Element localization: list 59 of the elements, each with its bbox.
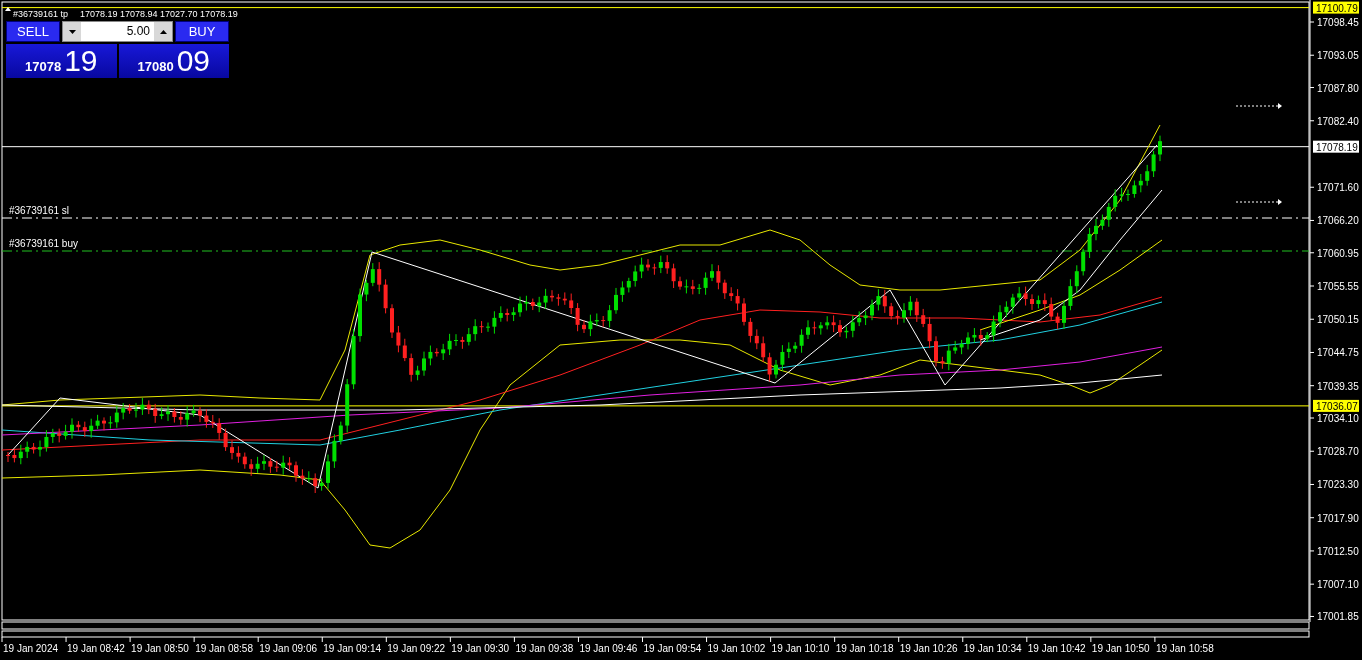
time-axis-label: 19 Jan 09:54: [643, 643, 702, 654]
price-marker: 17078.19: [1313, 140, 1359, 153]
time-axis-label: 19 Jan 08:50: [131, 643, 189, 654]
price-axis-label: 17082.40: [1317, 115, 1359, 127]
price-axis-label: 17060.95: [1317, 247, 1359, 259]
buy-button[interactable]: BUY: [175, 21, 229, 42]
time-axis-label: 19 Jan 10:02: [707, 643, 766, 654]
price-axis-label: 17028.70: [1317, 446, 1359, 458]
price-marker: 17100.79: [1313, 1, 1359, 14]
dotted-arrow-icon: [1235, 103, 1282, 109]
time-axis-label: 19 Jan 09:38: [515, 643, 574, 654]
time-axis-label: 19 Jan 10:58: [1155, 643, 1214, 654]
time-axis-label: 19 Jan 2024: [3, 643, 59, 654]
buy-price: 17080: [137, 59, 174, 74]
sell-button[interactable]: SELL: [6, 21, 60, 42]
sell-points: 19: [64, 45, 98, 77]
sell-price-box[interactable]: 17078 19: [6, 44, 117, 78]
buy-price-box[interactable]: 17080 09: [118, 44, 229, 78]
order-label: #36739161 tp: [13, 9, 69, 19]
time-axis-label: 19 Jan 08:58: [195, 643, 253, 654]
time-axis-label: 19 Jan 10:26: [899, 643, 958, 654]
price-axis-label: 17098.45: [1317, 17, 1359, 28]
time-axis-label: 19 Jan 09:06: [259, 643, 318, 654]
time-axis-label: 19 Jan 09:30: [451, 643, 510, 654]
time-axis-label: 19 Jan 10:42: [1027, 643, 1086, 654]
order-label: #36739161 sl: [9, 205, 70, 216]
buy-points: 09: [176, 45, 210, 77]
price-axis-label: 17055.55: [1317, 281, 1359, 292]
price-axis-label: 17012.50: [1317, 545, 1359, 557]
price-axis-label: 17007.10: [1317, 579, 1359, 591]
time-axis-label: 19 Jan 10:10: [771, 643, 830, 654]
price-axis-label: 17050.15: [1317, 314, 1359, 326]
price-axis-label: 17066.20: [1317, 215, 1359, 227]
price-axis-label: 17087.80: [1317, 82, 1359, 94]
scrollbar[interactable]: [1, 630, 1310, 638]
time-axis-label: 19 Jan 09:14: [323, 643, 382, 654]
volume-value: 5.00: [125, 23, 151, 40]
time-axis-label: 19 Jan 09:46: [579, 643, 638, 654]
price-marker: 17036.07: [1313, 399, 1359, 412]
volume-field[interactable]: 5.00: [62, 21, 173, 42]
time-axis-label: 19 Jan 08:42: [67, 643, 125, 654]
price-axis-label: 17034.10: [1317, 413, 1359, 424]
order-label: #36739161 buy: [9, 238, 78, 249]
dotted-arrow-icon: [1235, 199, 1282, 205]
price-axis-label: 17023.30: [1317, 479, 1359, 491]
scrollbar[interactable]: [1, 621, 1310, 630]
time-axis-label: 19 Jan 09:22: [387, 643, 446, 654]
price-axis-label: 17071.60: [1317, 182, 1359, 194]
price-axis-label: 17093.05: [1317, 50, 1359, 62]
time-axis-label: 19 Jan 10:50: [1091, 643, 1150, 654]
price-axis-label: 17001.85: [1317, 611, 1359, 623]
price-axis-label: 17017.90: [1317, 512, 1359, 524]
price-axis-label: 17044.75: [1317, 347, 1359, 359]
time-axis-label: 19 Jan 10:18: [835, 643, 894, 654]
price-axis-label: 17039.35: [1317, 380, 1359, 392]
sell-price: 17078: [25, 59, 62, 74]
chart-ohlc-text: 17078.19 17078.94 17027.70 17078.19: [80, 9, 238, 19]
time-axis-label: 19 Jan 10:34: [963, 643, 1022, 654]
triangle-icon: [5, 7, 11, 11]
